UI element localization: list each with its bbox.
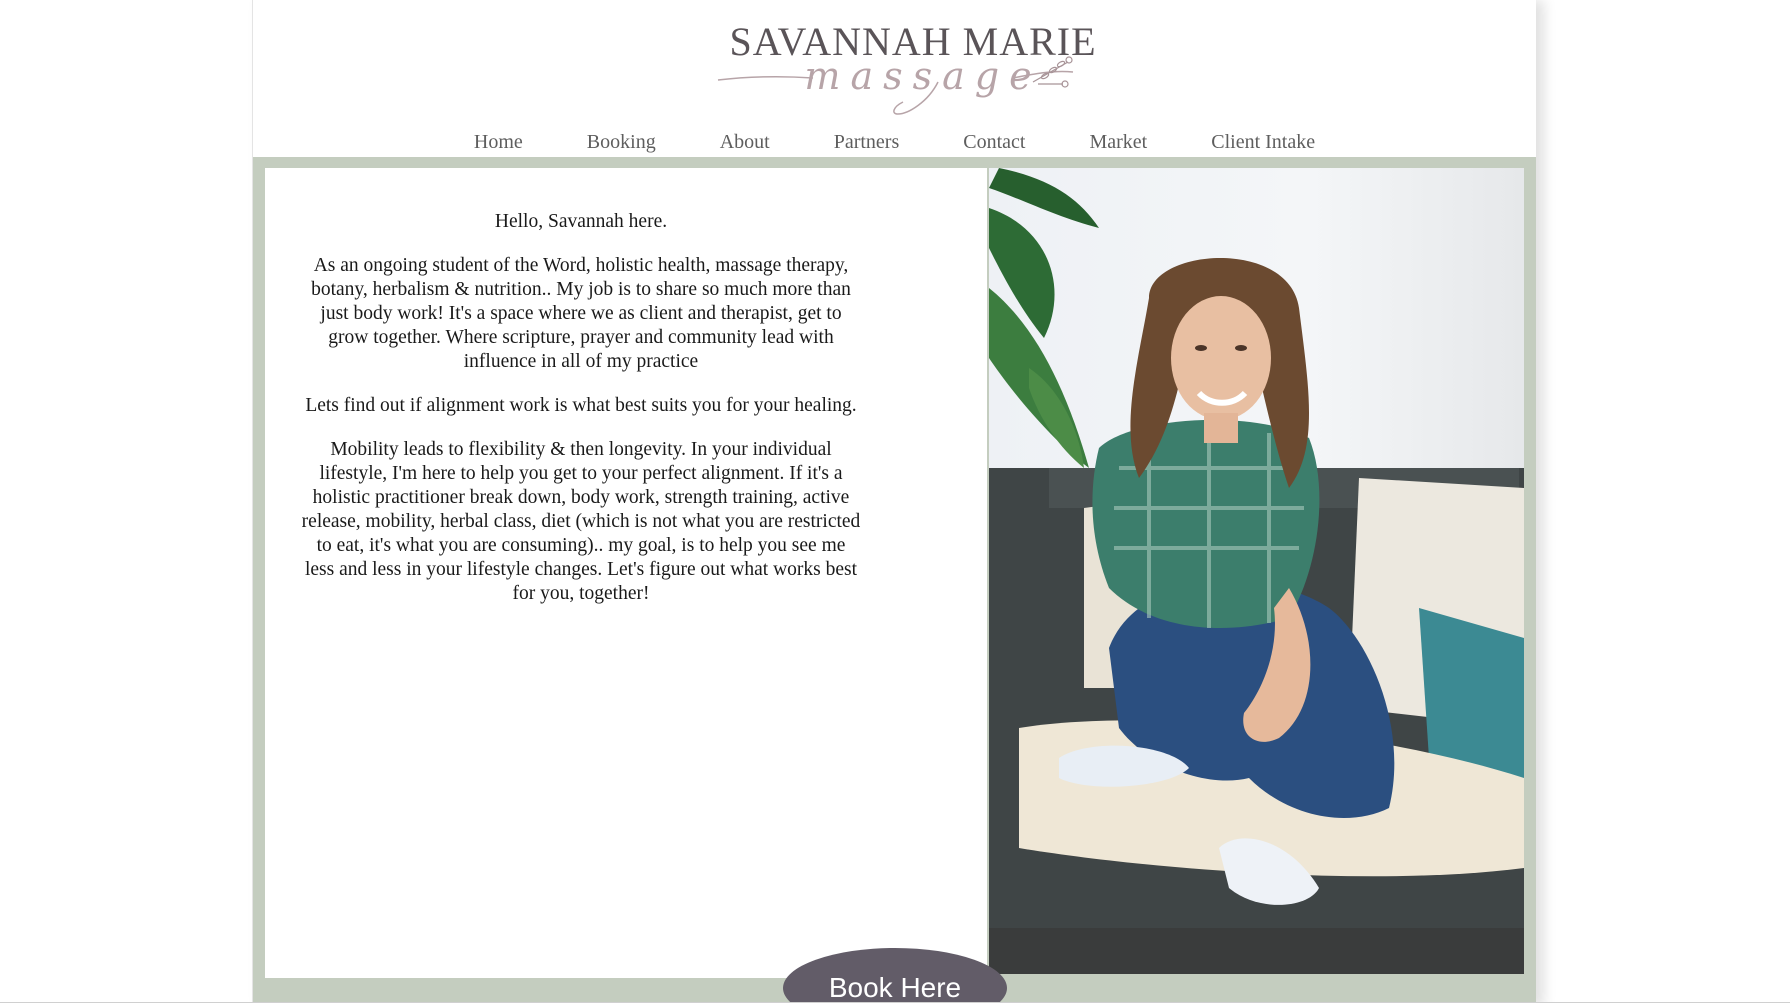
nav-item-contact[interactable]: Contact	[963, 128, 1025, 156]
nav-item-partners[interactable]: Partners	[834, 128, 900, 156]
intro-paragraph: As an ongoing student of the Word, holis…	[311, 255, 851, 372]
main-nav: Home Booking About Partners Contact Mark…	[253, 128, 1536, 156]
portrait-photo	[989, 168, 1524, 974]
nav-item-booking[interactable]: Booking	[587, 128, 656, 156]
page: SAVANNAH MARIE massage Home Booking Abou…	[0, 0, 1790, 1007]
nav-item-home[interactable]: Home	[474, 128, 523, 156]
nav-item-about[interactable]: About	[720, 128, 770, 156]
page-bottom-edge	[0, 1002, 1790, 1007]
greeting-text: Hello, Savannah here.	[494, 211, 668, 232]
about-text-panel: Hello, Savannah here. As an ongoing stud…	[265, 168, 987, 978]
logo-tagline: massage	[804, 54, 1042, 98]
content-frame: Hello, Savannah here. As an ongoing stud…	[253, 157, 1536, 1007]
nav-item-market[interactable]: Market	[1089, 128, 1147, 156]
site-container: SAVANNAH MARIE massage Home Booking Abou…	[252, 0, 1536, 1007]
portrait-illustration	[989, 168, 1524, 974]
site-logo[interactable]: SAVANNAH MARIE massage	[713, 14, 1113, 124]
nav-item-client-intake[interactable]: Client Intake	[1211, 128, 1315, 156]
about-text: Hello, Savannah here. As an ongoing stud…	[300, 210, 862, 626]
alignment-paragraph: Lets find out if alignment work is what …	[305, 395, 857, 416]
mobility-paragraph: Mobility leads to flexibility & then lon…	[301, 439, 861, 604]
